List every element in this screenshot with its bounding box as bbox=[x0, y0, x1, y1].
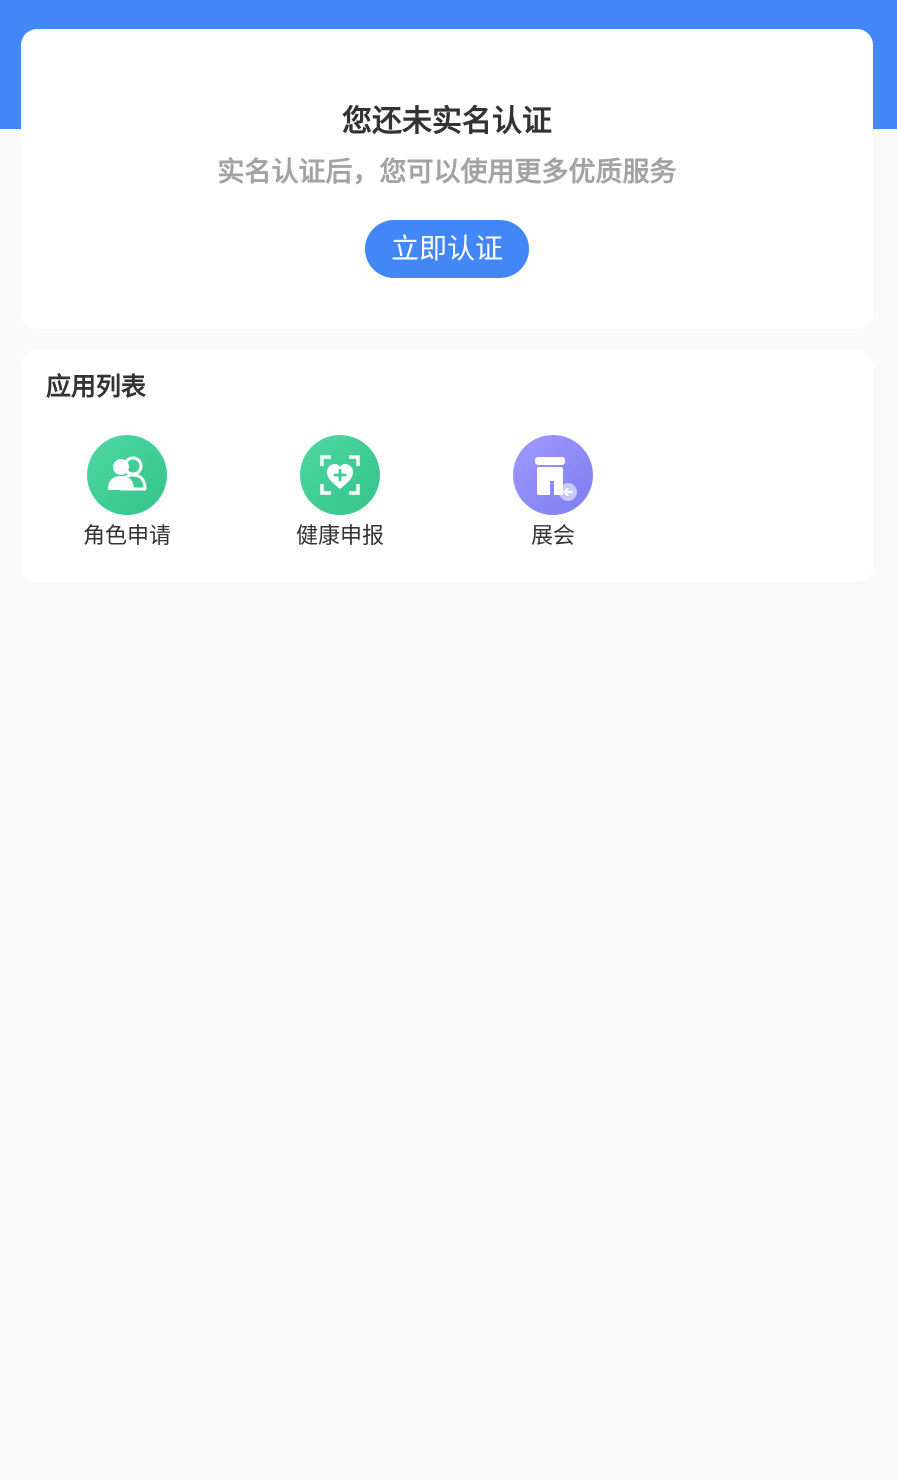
app-item-role-application[interactable]: 角色申请 bbox=[52, 435, 202, 555]
verification-subtitle: 实名认证后，您可以使用更多优质服务 bbox=[217, 157, 677, 188]
app-label: 健康申报 bbox=[295, 524, 384, 549]
app-list-card: 应用列表 角色申请 健康申报 展会 bbox=[21, 350, 873, 582]
verification-title: 您还未实名认证 bbox=[342, 104, 552, 139]
app-label: 角色申请 bbox=[82, 524, 171, 549]
people-icon bbox=[87, 435, 167, 515]
verification-card: 您还未实名认证 实名认证后，您可以使用更多优质服务 立即认证 bbox=[21, 29, 873, 329]
verify-now-button[interactable]: 立即认证 bbox=[365, 220, 529, 278]
app-list-title: 应用列表 bbox=[46, 372, 147, 401]
app-item-exhibition[interactable]: 展会 bbox=[478, 435, 628, 555]
exhibition-store-icon bbox=[513, 435, 593, 515]
app-item-health-report[interactable]: 健康申报 bbox=[265, 435, 415, 555]
health-scan-icon bbox=[300, 435, 380, 515]
page: 您还未实名认证 实名认证后，您可以使用更多优质服务 立即认证 应用列表 角色申请 bbox=[0, 0, 897, 1480]
app-label: 展会 bbox=[530, 524, 575, 549]
